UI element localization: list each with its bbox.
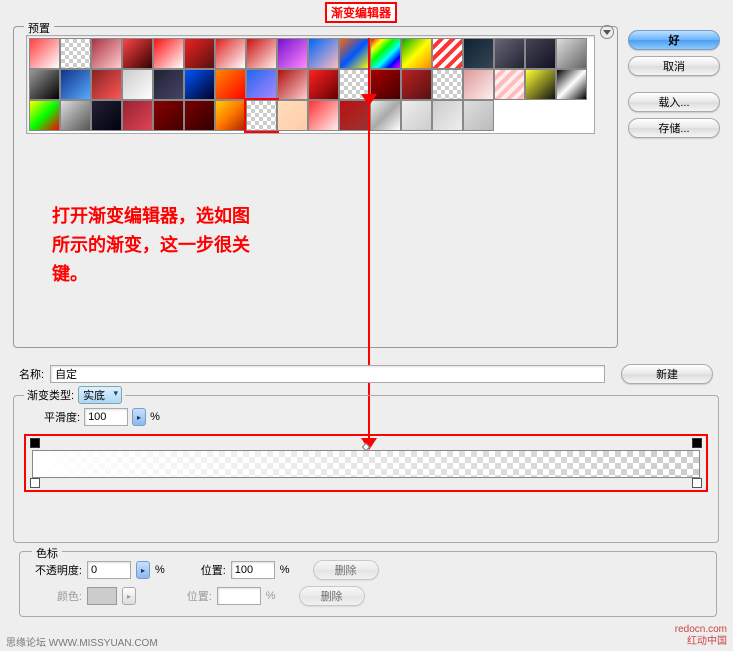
preset-swatch[interactable]: [29, 100, 60, 131]
preset-swatch[interactable]: [494, 38, 525, 69]
preset-swatch[interactable]: [60, 38, 91, 69]
preset-swatch[interactable]: [401, 69, 432, 100]
smoothness-spinner[interactable]: ▸: [132, 408, 146, 426]
preset-swatch[interactable]: [29, 69, 60, 100]
stops-label: 色标: [32, 545, 62, 561]
preset-swatch[interactable]: [339, 38, 370, 69]
preset-swatch[interactable]: [277, 69, 308, 100]
gradient-bar[interactable]: [32, 450, 700, 478]
location-input[interactable]: [231, 561, 275, 579]
preset-swatch[interactable]: [91, 38, 122, 69]
preset-swatch[interactable]: [122, 100, 153, 131]
name-input[interactable]: [50, 365, 605, 383]
preset-swatch[interactable]: [91, 69, 122, 100]
preset-swatch[interactable]: [91, 100, 122, 131]
percent-label: %: [150, 411, 160, 423]
opacity-spinner[interactable]: ▸: [136, 561, 150, 579]
preset-swatch[interactable]: [184, 38, 215, 69]
opacity-stop-left[interactable]: [30, 438, 40, 448]
ok-button[interactable]: 好: [628, 30, 720, 50]
preset-swatch[interactable]: [215, 69, 246, 100]
preset-swatch[interactable]: [153, 100, 184, 131]
preset-swatch[interactable]: [153, 38, 184, 69]
gradient-ramp-editor: [24, 434, 708, 492]
preset-swatch[interactable]: [29, 38, 60, 69]
preset-swatch[interactable]: [556, 69, 587, 100]
annotation-text: 打开渐变编辑器，选如图所示的渐变，这一步很关键。: [52, 202, 250, 288]
name-row: 名称: 新建: [19, 364, 720, 384]
gradient-type-panel: 渐变类型: 实底 平滑度: ▸ %: [13, 395, 719, 543]
presets-flyout-icon[interactable]: [600, 25, 614, 39]
preset-swatch[interactable]: [556, 38, 587, 69]
opacity-label: 不透明度:: [26, 562, 82, 578]
location-label: 位置:: [196, 562, 226, 578]
preset-swatch[interactable]: [308, 100, 339, 131]
preset-swatch[interactable]: [432, 69, 463, 100]
presets-panel: 预置 打开渐变编辑器，选如图所示的渐变，这一步很关键。: [13, 26, 618, 348]
preset-swatch-grid: [26, 35, 595, 134]
smoothness-label: 平滑度:: [44, 409, 80, 425]
color-spinner: ▸: [122, 587, 136, 605]
delete-opacity-stop-button[interactable]: 删除: [313, 560, 379, 580]
preset-swatch[interactable]: [525, 38, 556, 69]
color-label: 颜色:: [26, 588, 82, 604]
opacity-stop-right[interactable]: [692, 438, 702, 448]
preset-swatch[interactable]: [494, 69, 525, 100]
preset-swatch[interactable]: [60, 100, 91, 131]
name-label: 名称:: [19, 366, 44, 382]
color-stop-right[interactable]: [692, 478, 702, 488]
preset-swatch[interactable]: [122, 69, 153, 100]
preset-swatch[interactable]: [370, 38, 401, 69]
gradient-editor-dialog: 预置 打开渐变编辑器，选如图所示的渐变，这一步很关键。 好 取消 载入... 存…: [5, 20, 728, 631]
preset-swatch[interactable]: [401, 100, 432, 131]
color-well[interactable]: [87, 587, 117, 605]
save-button[interactable]: 存储...: [628, 118, 720, 138]
preset-swatch[interactable]: [184, 69, 215, 100]
cancel-button[interactable]: 取消: [628, 56, 720, 76]
load-button[interactable]: 载入...: [628, 92, 720, 112]
preset-swatch[interactable]: [60, 69, 91, 100]
location-label-2: 位置:: [182, 588, 212, 604]
preset-swatch[interactable]: [463, 69, 494, 100]
stops-panel: 色标 不透明度: ▸ % 位置: % 删除 颜色: ▸ % 位置: % 删除: [19, 551, 717, 617]
presets-label: 预置: [24, 20, 54, 36]
smoothness-input[interactable]: [84, 408, 128, 426]
preset-swatch[interactable]: [246, 38, 277, 69]
preset-swatch[interactable]: [246, 69, 277, 100]
preset-swatch[interactable]: [308, 69, 339, 100]
preset-swatch[interactable]: [184, 100, 215, 131]
preset-swatch[interactable]: [277, 100, 308, 131]
preset-swatch[interactable]: [122, 38, 153, 69]
new-button[interactable]: 新建: [621, 364, 713, 384]
preset-swatch[interactable]: [432, 38, 463, 69]
preset-swatch[interactable]: [153, 69, 184, 100]
footer-credit-left: 思缘论坛 WWW.MISSYUAN.COM: [6, 634, 158, 649]
delete-color-stop-button[interactable]: 删除: [299, 586, 365, 606]
preset-swatch[interactable]: [277, 38, 308, 69]
footer-credit-right: redocn.com 红动中国: [675, 624, 727, 647]
preset-swatch[interactable]: [308, 38, 339, 69]
location-input-2: [217, 587, 261, 605]
dialog-buttons: 好 取消 载入... 存储...: [628, 30, 720, 138]
gradient-type-label: 渐变类型:: [27, 387, 74, 403]
gradient-type-select[interactable]: 实底: [78, 386, 122, 404]
preset-swatch[interactable]: [246, 100, 277, 131]
preset-swatch[interactable]: [215, 38, 246, 69]
color-stop-left[interactable]: [30, 478, 40, 488]
annotation-arrow: [368, 58, 370, 443]
preset-swatch[interactable]: [463, 100, 494, 131]
preset-swatch[interactable]: [432, 100, 463, 131]
preset-swatch[interactable]: [525, 69, 556, 100]
preset-swatch[interactable]: [463, 38, 494, 69]
preset-swatch[interactable]: [401, 38, 432, 69]
preset-swatch[interactable]: [215, 100, 246, 131]
opacity-input[interactable]: [87, 561, 131, 579]
